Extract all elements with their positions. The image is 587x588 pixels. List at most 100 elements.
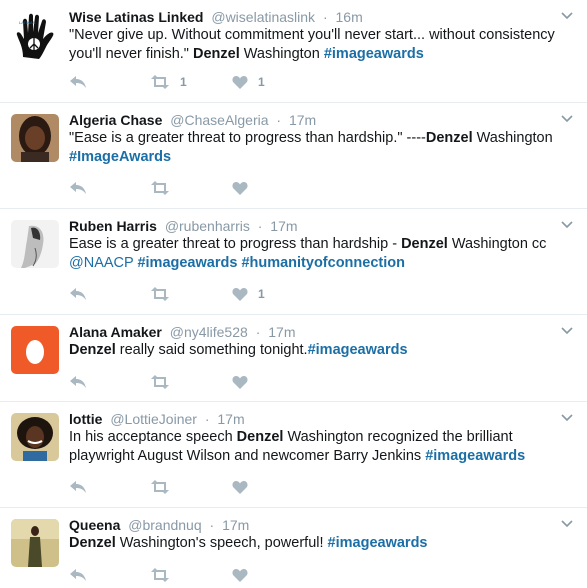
tweet-actions [69, 373, 289, 391]
chevron-down-icon[interactable] [561, 520, 573, 528]
chevron-down-icon[interactable] [561, 115, 573, 123]
tweet-text-segment: Washington cc [447, 236, 547, 252]
separator-dot: · [257, 218, 263, 234]
tweet-text: In his acceptance speech Denzel Washingt… [69, 428, 573, 466]
tweet-actions: 1 1 [69, 73, 289, 91]
reply-button[interactable] [69, 566, 87, 584]
avatar[interactable] [11, 413, 59, 461]
tweet-text: "Never give up. Without commitment you'l… [69, 26, 573, 64]
retweet-icon [151, 375, 169, 389]
like-button[interactable] [232, 179, 258, 197]
like-icon [232, 376, 248, 389]
separator-dot: · [204, 411, 210, 427]
chevron-down-icon[interactable] [561, 414, 573, 422]
reply-button[interactable] [69, 285, 87, 303]
tweet-actions [69, 179, 289, 197]
chevron-down-icon[interactable] [561, 12, 573, 20]
hashtag-link[interactable]: #imageawards [308, 342, 408, 358]
display-name[interactable]: Algeria Chase [69, 112, 162, 128]
hashtag-link[interactable]: #imageawards [137, 255, 237, 271]
hashtag-link[interactable]: #humanityofconnection [241, 255, 405, 271]
hashtag-link[interactable]: #imageawards [324, 46, 424, 62]
timestamp[interactable]: 17m [217, 411, 244, 427]
separator-dot: · [276, 112, 282, 128]
tweet-text: Denzel Washington's speech, powerful! #i… [69, 534, 573, 553]
reply-icon [70, 288, 86, 300]
timestamp[interactable]: 17m [270, 218, 297, 234]
user-handle[interactable]: @wiselatinaslink [211, 9, 315, 25]
reply-button[interactable] [69, 73, 87, 91]
retweet-icon [151, 568, 169, 582]
tweet[interactable]: Ruben Harris @rubenharris · 17m Ease is … [0, 209, 587, 315]
tweet-text-segment: Washington's speech, powerful! [115, 535, 328, 551]
avatar[interactable]: LATINAS [11, 11, 59, 59]
tweet[interactable]: LATINAS Wise Latinas Linked @wiselatinas… [0, 0, 587, 103]
timestamp[interactable]: 17m [268, 324, 295, 340]
egg-avatar [11, 326, 59, 374]
tweet-text-segment: "Ease is a greater threat to progress th… [69, 130, 426, 146]
chevron-down-icon[interactable] [561, 327, 573, 335]
tweet-header: Ruben Harris @rubenharris · 17m [69, 217, 573, 235]
like-icon [232, 76, 248, 89]
display-name[interactable]: Wise Latinas Linked [69, 9, 203, 25]
display-name[interactable]: Queena [69, 517, 120, 533]
tweet[interactable]: Algeria Chase @ChaseAlgeria · 17m "Ease … [0, 103, 587, 209]
retweet-button[interactable] [150, 373, 180, 391]
tweet-text-segment: In his acceptance speech [69, 429, 237, 445]
display-name[interactable]: Alana Amaker [69, 324, 162, 340]
avatar[interactable] [11, 326, 59, 374]
user-handle[interactable]: @ChaseAlgeria [170, 112, 268, 128]
tweet[interactable]: lottie @LottieJoiner · 17m In his accept… [0, 402, 587, 508]
retweet-button[interactable]: 1 [150, 73, 187, 91]
highlighted-keyword: Denzel [69, 535, 116, 551]
display-name[interactable]: lottie [69, 411, 102, 427]
retweet-icon [151, 480, 169, 494]
retweet-button[interactable] [150, 478, 180, 496]
like-icon [232, 481, 248, 494]
user-handle[interactable]: @LottieJoiner [110, 411, 197, 427]
tweet-text-segment: Washington [239, 46, 324, 62]
hashtag-link[interactable]: #imageawards [328, 535, 428, 551]
tweet[interactable]: Alana Amaker @ny4life528 · 17m Denzel re… [0, 315, 587, 402]
hashtag-link[interactable]: #ImageAwards [69, 149, 171, 165]
reply-button[interactable] [69, 179, 87, 197]
display-name[interactable]: Ruben Harris [69, 218, 157, 234]
like-button[interactable]: 1 [232, 285, 265, 303]
user-handle[interactable]: @brandnuq [128, 517, 201, 533]
tweet-actions: 1 [69, 285, 289, 303]
tweet-header: Wise Latinas Linked @wiselatinaslink · 1… [69, 8, 573, 26]
retweet-button[interactable] [150, 566, 180, 584]
user-handle[interactable]: @ny4life528 [170, 324, 248, 340]
tweet-text-segment: Ease is a greater threat to progress tha… [69, 236, 402, 252]
like-button[interactable]: 1 [232, 73, 265, 91]
like-button[interactable] [232, 373, 258, 391]
tweet-actions [69, 566, 289, 584]
tweet[interactable]: Queena @brandnuq · 17m Denzel Washington… [0, 508, 587, 588]
reply-icon [70, 182, 86, 194]
avatar-logo-text: LATINAS [19, 20, 36, 25]
user-handle[interactable]: @rubenharris [165, 218, 250, 234]
avatar[interactable] [11, 220, 59, 268]
chevron-down-icon[interactable] [561, 221, 573, 229]
highlighted-keyword: Denzel [192, 46, 240, 62]
tweet-feed: LATINAS Wise Latinas Linked @wiselatinas… [0, 0, 587, 588]
tweet-text: Denzel really said something tonight.#im… [69, 341, 573, 360]
avatar[interactable] [11, 519, 59, 567]
avatar[interactable] [11, 114, 59, 162]
mention-link[interactable]: @NAACP [69, 255, 133, 271]
like-button[interactable] [232, 566, 258, 584]
profile-photo-avatar [11, 413, 59, 461]
timestamp[interactable]: 17m [222, 517, 249, 533]
tweet-header: Alana Amaker @ny4life528 · 17m [69, 323, 573, 341]
retweet-icon [151, 287, 169, 301]
timestamp[interactable]: 16m [336, 9, 363, 25]
reply-button[interactable] [69, 478, 87, 496]
timestamp[interactable]: 17m [289, 112, 316, 128]
hashtag-link[interactable]: #imageawards [425, 448, 525, 464]
like-button[interactable] [232, 478, 258, 496]
retweet-button[interactable] [150, 285, 180, 303]
reply-button[interactable] [69, 373, 87, 391]
retweet-button[interactable] [150, 179, 180, 197]
highlighted-keyword: Denzel [425, 130, 473, 146]
retweet-count: 1 [180, 75, 187, 89]
